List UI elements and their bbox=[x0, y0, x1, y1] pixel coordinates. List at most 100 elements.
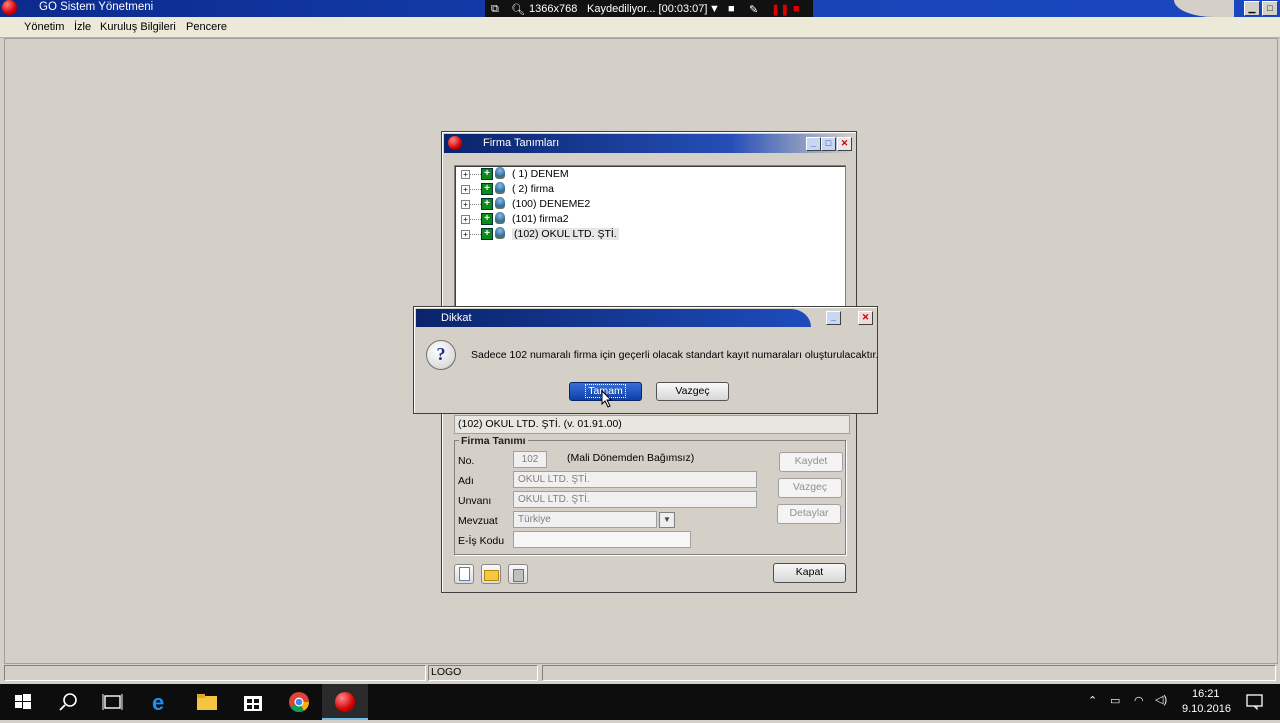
task-view-icon[interactable] bbox=[90, 684, 136, 720]
recorder-status: Kaydediliyor... [00:03:07] bbox=[587, 3, 708, 15]
mouse-cursor-icon bbox=[601, 390, 613, 408]
eis-kodu-label: E-İş Kodu bbox=[458, 535, 505, 547]
status-cell-logo: LOGO bbox=[428, 665, 538, 681]
kapat-button[interactable]: Kapat bbox=[773, 563, 846, 583]
expand-icon[interactable]: + bbox=[461, 170, 470, 179]
minimize-icon[interactable]: ▁ bbox=[1244, 1, 1260, 16]
maximize-icon[interactable]: □ bbox=[821, 137, 836, 151]
vazgec-dialog-button[interactable]: Vazgeç bbox=[656, 382, 729, 401]
dialog-title-background bbox=[416, 309, 811, 327]
file-explorer-icon[interactable] bbox=[184, 684, 230, 720]
app-title: GO Sistem Yönetmeni bbox=[39, 1, 154, 13]
menu-bar: Yönetim İzle Kuruluş Bilgileri Pencere bbox=[0, 17, 1280, 38]
firm-icon bbox=[495, 182, 505, 194]
tree-connector bbox=[470, 189, 481, 190]
title-decoration bbox=[1174, 0, 1234, 17]
app-logo-icon bbox=[2, 0, 17, 15]
close-icon[interactable]: ✕ bbox=[837, 137, 852, 151]
add-firm-icon: + bbox=[481, 183, 493, 195]
firma-window-title-bar[interactable]: Firma Tanımları _ □ ✕ bbox=[444, 134, 854, 153]
stop-icon[interactable]: ■ bbox=[793, 3, 800, 15]
firm-icon bbox=[495, 212, 505, 224]
maximize-icon[interactable]: □ bbox=[1262, 1, 1278, 16]
chevron-down-icon[interactable]: ▼ bbox=[709, 3, 720, 15]
firma-tanimi-group: Firma Tanımı No. 102 (Mali Dönemden Bağı… bbox=[454, 435, 846, 555]
trash-icon[interactable] bbox=[508, 564, 528, 584]
close-icon[interactable]: ✕ bbox=[858, 311, 873, 325]
tree-item[interactable]: + + (101) firma2 bbox=[455, 212, 815, 227]
no-field[interactable]: 102 bbox=[513, 451, 547, 468]
tree-item-label: (102) OKUL LTD. ŞTİ. bbox=[512, 228, 619, 240]
tree-item[interactable]: + + ( 1) DENEM bbox=[455, 167, 815, 182]
status-bar: LOGO bbox=[0, 664, 1280, 682]
tree-item-selected[interactable]: + + (102) OKUL LTD. ŞTİ. bbox=[455, 227, 815, 242]
firm-icon bbox=[495, 167, 505, 179]
minimize-icon[interactable]: _ bbox=[826, 311, 841, 325]
no-label: No. bbox=[458, 455, 475, 467]
mevzuat-label: Mevzuat bbox=[458, 515, 498, 527]
expand-icon[interactable]: + bbox=[461, 200, 470, 209]
restore-icon[interactable]: ⧉ bbox=[491, 3, 499, 16]
add-firm-icon: + bbox=[481, 213, 493, 225]
notification-icon[interactable] bbox=[1246, 693, 1264, 711]
window-app-icon bbox=[448, 136, 462, 150]
kaydet-button[interactable]: Kaydet bbox=[779, 452, 843, 472]
clock-date[interactable]: 9.10.2016 bbox=[1182, 703, 1231, 715]
tree-item[interactable]: + + (100) DENEME2 bbox=[455, 197, 815, 212]
pause-icon[interactable]: ❚❚ bbox=[771, 3, 789, 16]
store-icon[interactable] bbox=[230, 684, 276, 720]
minimize-icon[interactable]: _ bbox=[806, 137, 821, 151]
battery-icon[interactable]: ▭ bbox=[1110, 694, 1120, 707]
tree-item-label: ( 1) DENEM bbox=[512, 168, 569, 180]
dialog-message: Sadece 102 numaralı firma için geçerli o… bbox=[471, 349, 879, 361]
status-cell bbox=[542, 665, 1276, 681]
expand-icon[interactable]: + bbox=[461, 215, 470, 224]
wifi-icon[interactable]: ◠ bbox=[1134, 694, 1144, 707]
tree-connector bbox=[470, 219, 481, 220]
menu-kurulus-bilgileri[interactable]: Kuruluş Bilgileri bbox=[100, 21, 176, 33]
firm-icon bbox=[495, 197, 505, 209]
unvani-field[interactable]: OKUL LTD. ŞTİ. bbox=[513, 491, 757, 508]
adi-label: Adı bbox=[458, 475, 474, 487]
open-folder-icon[interactable] bbox=[481, 564, 501, 584]
clock-time[interactable]: 16:21 bbox=[1192, 688, 1220, 700]
go-sistem-taskbar-icon[interactable] bbox=[322, 684, 368, 720]
chevron-down-icon[interactable]: ▼ bbox=[659, 512, 675, 528]
eis-kodu-field[interactable] bbox=[513, 531, 691, 548]
dialog-title-bar[interactable]: Dikkat _ ✕ bbox=[416, 309, 875, 327]
vazgec-button[interactable]: Vazgeç bbox=[778, 478, 842, 498]
mevzuat-select[interactable]: Türkiye bbox=[513, 511, 657, 528]
taskbar: e ⌃ ▭ ◠ ◁) 16:21 9.10.2016 bbox=[0, 684, 1280, 720]
menu-pencere[interactable]: Pencere bbox=[186, 21, 227, 33]
expand-icon[interactable]: + bbox=[461, 230, 470, 239]
add-firm-icon: + bbox=[481, 168, 493, 180]
menu-yonetim[interactable]: Yönetim bbox=[24, 21, 64, 33]
firma-window-title: Firma Tanımları bbox=[483, 137, 560, 149]
add-firm-icon: + bbox=[481, 198, 493, 210]
recorder-resolution: 1366x768 bbox=[529, 3, 578, 15]
no-note: (Mali Dönemden Bağımsız) bbox=[567, 452, 695, 464]
windows-start-icon[interactable] bbox=[0, 684, 46, 720]
dikkat-dialog: Dikkat _ ✕ ? Sadece 102 numaralı firma i… bbox=[413, 306, 878, 414]
pencil-icon[interactable]: ✎ bbox=[749, 3, 758, 16]
tree-item[interactable]: + + ( 2) firma bbox=[455, 182, 815, 197]
edge-browser-icon[interactable]: e bbox=[138, 684, 184, 720]
chevron-up-icon[interactable]: ⌃ bbox=[1088, 694, 1097, 707]
detaylar-button[interactable]: Detaylar bbox=[777, 504, 841, 524]
question-icon: ? bbox=[426, 340, 456, 370]
menu-izle[interactable]: İzle bbox=[74, 21, 91, 33]
go-app-icon bbox=[335, 692, 355, 712]
firm-icon bbox=[495, 227, 505, 239]
new-document-icon[interactable] bbox=[454, 564, 474, 584]
chrome-icon[interactable] bbox=[276, 684, 322, 720]
volume-icon[interactable]: ◁) bbox=[1155, 693, 1167, 706]
unvani-label: Unvanı bbox=[458, 495, 492, 507]
tree-item-label: (100) DENEME2 bbox=[512, 198, 591, 210]
zoom-icon[interactable]: 🔍︎ bbox=[511, 3, 525, 16]
tree-connector bbox=[470, 174, 481, 175]
expand-icon[interactable]: + bbox=[461, 185, 470, 194]
adi-field[interactable]: OKUL LTD. ŞTİ. bbox=[513, 471, 757, 488]
camera-icon[interactable]: ■ bbox=[728, 3, 735, 15]
firma-tree[interactable]: + + ( 1) DENEM + + ( 2) firma + + (100) … bbox=[454, 165, 846, 307]
search-icon[interactable] bbox=[46, 684, 92, 720]
